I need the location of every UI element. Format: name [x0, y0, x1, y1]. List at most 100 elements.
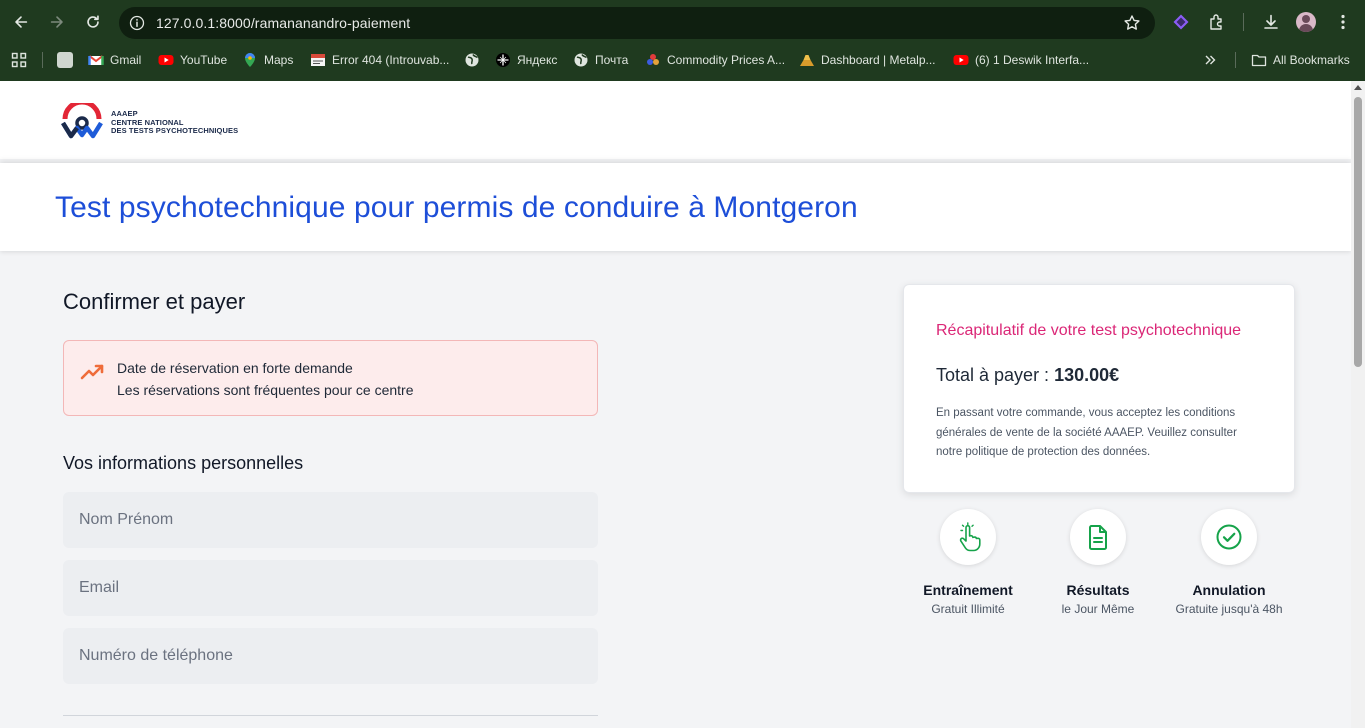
address-bar[interactable]: 127.0.0.1:8000/ramananandro-paiement — [119, 7, 1155, 39]
full-name-input[interactable] — [63, 492, 598, 548]
total-to-pay: Total à payer : 130.00€ — [936, 365, 1119, 386]
bookmark-label: Error 404 (Introuvab... — [332, 53, 450, 67]
logo-text[interactable]: AAAEP CENTRE NATIONAL DES TESTS PSYCHOTE… — [111, 109, 239, 136]
bookmark-youtube[interactable]: YouTube — [158, 46, 227, 74]
bookmark-yandex[interactable]: Яндекс — [495, 46, 557, 74]
bookmark-pochta[interactable]: Почта — [573, 46, 628, 74]
commodity-icon — [647, 54, 659, 65]
globe-icon — [574, 53, 588, 67]
bookmarks-divider — [42, 52, 43, 68]
alert-description: Les réservations sont fréquentes pour ce… — [117, 382, 414, 398]
folder-icon — [1251, 54, 1267, 67]
more-bookmarks-button[interactable] — [1203, 46, 1217, 74]
bookmark-label: Dashboard | Metalp... — [821, 53, 936, 67]
chevron-double-right-icon — [1205, 55, 1216, 65]
maps-icon — [245, 53, 255, 67]
bookmark-metalp[interactable]: Dashboard | Metalp... — [799, 46, 936, 74]
browser-chrome: 127.0.0.1:8000/ramananandro-paiement Gma… — [0, 0, 1365, 81]
feature-title: Annulation — [1192, 582, 1266, 598]
bookmark-label: Commodity Prices A... — [667, 53, 786, 67]
scroll-up-arrow-icon[interactable] — [1354, 85, 1362, 90]
bookmarks-divider — [1235, 52, 1236, 68]
bookmark-deswik[interactable]: (6) 1 Deswik Interfa... — [953, 46, 1089, 74]
total-label: Total à payer : — [936, 365, 1055, 385]
gmail-icon — [88, 55, 104, 65]
bookmark-maps[interactable]: Maps — [242, 46, 293, 74]
page-icon — [57, 52, 73, 68]
bookmark-star-icon[interactable] — [1123, 14, 1141, 32]
form-title: Confirmer et payer — [63, 289, 246, 314]
bookmark-label: (6) 1 Deswik Interfa... — [975, 53, 1090, 67]
personal-info-heading: Vos informations personnelles — [63, 453, 304, 473]
youtube-icon — [158, 55, 174, 65]
reload-button[interactable] — [83, 12, 103, 32]
all-bookmarks-label: All Bookmarks — [1273, 53, 1350, 67]
yandex-icon — [496, 53, 510, 67]
feature-title: Entraînement — [923, 582, 1013, 598]
extension-diamond-icon[interactable] — [1172, 13, 1190, 31]
section-divider — [63, 715, 598, 716]
forward-button[interactable] — [47, 12, 67, 32]
email-input[interactable] — [63, 560, 598, 616]
extensions-puzzle-icon[interactable] — [1208, 13, 1226, 31]
alert-heading: Date de réservation en forte demande — [117, 360, 353, 376]
error-page-icon — [311, 54, 325, 66]
bookmark-gmail[interactable]: Gmail — [88, 46, 141, 74]
hand-pointer-icon — [959, 522, 981, 552]
scroll-thumb[interactable] — [1354, 97, 1362, 367]
aaaep-logo-icon[interactable] — [61, 103, 103, 139]
bookmark-globe[interactable] — [464, 46, 486, 74]
feature-title: Résultats — [1066, 582, 1130, 598]
terms-notice: En passant votre commande, vous acceptez… — [936, 407, 1237, 458]
url-text[interactable]: 127.0.0.1:8000/ramananandro-paiement — [156, 15, 410, 31]
summary-title: Récapitulatif de votre test psychotechni… — [936, 322, 1242, 339]
feature-cancellation: Annulation Gratuite jusqu'à 48h — [1164, 509, 1294, 616]
profile-avatar[interactable] — [1296, 12, 1316, 32]
youtube-icon — [953, 55, 969, 65]
logo-line: DES TESTS PSYCHOTECHNIQUES — [111, 126, 239, 135]
bookmarks-bar: Gmail YouTube Maps Error 404 (Introuvab.… — [0, 46, 1365, 74]
page-title: Test psychotechnique pour permis de cond… — [55, 191, 858, 224]
high-demand-alert: Date de réservation en forte demande Les… — [63, 340, 598, 416]
feature-results: Résultats le Jour Même — [1033, 509, 1163, 616]
arrow-right-icon — [50, 16, 63, 28]
bookmark-page[interactable] — [57, 46, 79, 74]
browser-toolbar: 127.0.0.1:8000/ramananandro-paiement — [0, 0, 1365, 44]
toolbar-divider — [1243, 13, 1244, 31]
bookmark-label: YouTube — [180, 53, 228, 67]
bookmark-label: Gmail — [110, 53, 142, 67]
site-header: AAAEP CENTRE NATIONAL DES TESTS PSYCHOTE… — [0, 81, 1351, 159]
reload-icon — [87, 15, 99, 28]
all-bookmarks-button[interactable]: All Bookmarks — [1251, 46, 1350, 74]
check-circle-icon — [1216, 524, 1242, 550]
apps-grid-icon — [11, 52, 27, 68]
back-button[interactable] — [11, 12, 31, 32]
feature-icon-circle — [1201, 509, 1257, 565]
bookmark-label: Maps — [264, 53, 294, 67]
title-band: Test psychotechnique pour permis de cond… — [0, 163, 1351, 251]
apps-button[interactable] — [11, 46, 27, 74]
menu-dots-icon[interactable] — [1334, 13, 1352, 31]
feature-icon-circle — [1070, 509, 1126, 565]
trending-up-icon — [80, 364, 104, 380]
feature-subtitle: Gratuite jusqu'à 48h — [1175, 602, 1283, 616]
bookmark-label: Почта — [595, 53, 629, 67]
site-info-icon[interactable] — [129, 15, 145, 31]
feature-subtitle: le Jour Même — [1061, 602, 1135, 616]
bookmark-commodity[interactable]: Commodity Prices A... — [645, 46, 785, 74]
arrow-left-icon — [15, 16, 28, 28]
total-amount: 130.00€ — [1054, 365, 1120, 385]
feature-icon-circle — [940, 509, 996, 565]
bookmark-error-404[interactable]: Error 404 (Introuvab... — [310, 46, 449, 74]
feature-subtitle: Gratuit Illimité — [931, 602, 1005, 616]
page-scrollbar[interactable] — [1351, 81, 1365, 728]
bookmark-label: Яндекс — [517, 53, 558, 67]
phone-input[interactable] — [63, 628, 598, 684]
metalp-icon — [800, 55, 814, 66]
page-viewport: AAAEP CENTRE NATIONAL DES TESTS PSYCHOTE… — [0, 81, 1351, 728]
document-icon — [1089, 525, 1107, 550]
globe-icon — [465, 53, 479, 67]
download-icon[interactable] — [1262, 13, 1280, 31]
feature-training: Entraînement Gratuit Illimité — [903, 509, 1033, 616]
order-summary-card: Récapitulatif de votre test psychotechni… — [903, 284, 1295, 493]
